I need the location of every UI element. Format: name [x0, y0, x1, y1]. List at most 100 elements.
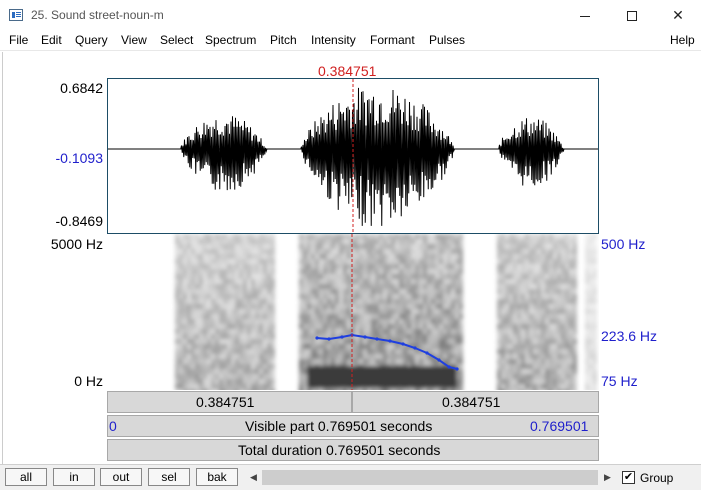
group-checkbox[interactable]: ✔: [622, 471, 635, 484]
spectrogram-cell: [319, 314, 323, 319]
close-button[interactable]: ✕: [655, 0, 701, 30]
spectrogram-cell: [509, 279, 513, 284]
zoom-back-button[interactable]: bak: [196, 468, 238, 486]
spectrogram-cell: [303, 289, 307, 294]
spectrogram-cell: [191, 349, 195, 354]
spectrogram-cell: [545, 244, 549, 249]
spectrogram-cell: [521, 294, 525, 299]
spectrogram-cell: [529, 339, 533, 344]
spectrogram-cell: [569, 264, 573, 269]
zoom-sel-button[interactable]: sel: [148, 468, 190, 486]
spectrogram-cell: [423, 304, 427, 309]
spectrogram-cell: [447, 264, 451, 269]
spectrogram-cell: [379, 269, 383, 274]
menu-select[interactable]: Select: [160, 33, 193, 47]
spectrogram-cell: [451, 299, 455, 304]
scroll-left-icon[interactable]: ◀: [246, 469, 261, 486]
horizontal-scrollbar[interactable]: ◀ ▶: [246, 469, 615, 486]
menu-spectrum[interactable]: Spectrum: [205, 33, 256, 47]
menu-pitch[interactable]: Pitch: [270, 33, 297, 47]
spectrogram-cell: [303, 234, 307, 239]
waveform-panel[interactable]: [107, 78, 599, 234]
menu-query[interactable]: Query: [75, 33, 108, 47]
menu-view[interactable]: View: [121, 33, 147, 47]
zoom-in-button[interactable]: in: [53, 468, 95, 486]
spectrogram-cell: [347, 314, 351, 319]
spectrogram-cell: [589, 294, 593, 299]
spectrogram-cell: [195, 334, 199, 339]
spectrogram-cell: [557, 254, 561, 259]
minimize-button[interactable]: [562, 0, 608, 30]
spectrogram-cell: [513, 284, 517, 289]
spectrogram-cell: [455, 309, 459, 314]
spectrogram-cell: [585, 294, 589, 299]
spectrogram-cell: [215, 234, 219, 239]
spectrogram-cell: [423, 289, 427, 294]
spectrogram-cell: [521, 374, 525, 379]
scroll-thumb[interactable]: [262, 470, 598, 485]
zoom-out-button[interactable]: out: [100, 468, 142, 486]
spectrogram-cell: [183, 349, 187, 354]
spectrogram-cell: [187, 279, 191, 284]
spectrogram-cell: [529, 329, 533, 334]
spectrogram-cell: [407, 339, 411, 344]
spectrogram-cell: [415, 239, 419, 244]
menu-help[interactable]: Help: [670, 33, 695, 47]
menu-file[interactable]: File: [9, 33, 28, 47]
spectrogram-cell: [235, 374, 239, 379]
spectrogram-cell: [553, 334, 557, 339]
menu-edit[interactable]: Edit: [41, 33, 62, 47]
spectrogram-cell: [347, 269, 351, 274]
spectrogram-cell: [561, 359, 565, 364]
waveform-min-label: -0.8469: [55, 213, 103, 229]
spectrogram-cell: [375, 254, 379, 259]
spectrogram-cell: [223, 319, 227, 324]
spectrogram-cell: [331, 294, 335, 299]
spectrogram-cell: [211, 299, 215, 304]
total-duration-bar[interactable]: Total duration 0.769501 seconds: [107, 439, 599, 461]
spectrogram-cell: [187, 344, 191, 349]
spectrogram-cell: [231, 279, 235, 284]
spectrogram-cell: [513, 234, 517, 239]
spectrogram-cell: [549, 269, 553, 274]
spectrogram-cell: [327, 389, 331, 390]
scroll-right-icon[interactable]: ▶: [600, 469, 615, 486]
selection-right-bar[interactable]: 0.384751: [352, 391, 599, 413]
maximize-button[interactable]: [609, 0, 655, 30]
zoom-all-button[interactable]: all: [5, 468, 47, 486]
spectrogram-cell: [195, 389, 199, 390]
spectrogram-cell: [179, 319, 183, 324]
spectrogram-cell: [537, 259, 541, 264]
spectrogram-cell: [367, 244, 371, 249]
spectrogram-cell: [231, 234, 235, 239]
spectrogram-cell: [439, 279, 443, 284]
spectrogram-cell: [235, 294, 239, 299]
spectrogram-cell: [231, 239, 235, 244]
menu-formant[interactable]: Formant: [370, 33, 415, 47]
selection-left-bar[interactable]: 0.384751: [107, 391, 352, 413]
spectrogram-cell: [227, 264, 231, 269]
menu-pulses[interactable]: Pulses: [429, 33, 465, 47]
spectrogram-cell: [383, 304, 387, 309]
spectrogram-cell: [509, 254, 513, 259]
spectrogram-cell: [561, 374, 565, 379]
visible-part-bar[interactable]: 0 Visible part 0.769501 seconds 0.769501: [107, 415, 599, 437]
spectrogram-cell: [415, 329, 419, 334]
spectrogram-cell: [259, 244, 263, 249]
spectrogram-cell: [367, 349, 371, 354]
spectrogram-cell: [315, 254, 319, 259]
spectrogram-cell: [231, 309, 235, 314]
spectrogram-cell: [439, 334, 443, 339]
spectrogram-cell: [565, 269, 569, 274]
spectrogram-cell: [395, 324, 399, 329]
spectrogram-cell: [199, 259, 203, 264]
menu-intensity[interactable]: Intensity: [311, 33, 356, 47]
spectrogram-cell: [227, 279, 231, 284]
spectrogram-cell: [549, 274, 553, 279]
spectrogram-cell: [215, 339, 219, 344]
spectrogram-cell: [227, 374, 231, 379]
spectrogram-cell: [455, 234, 459, 239]
spectrogram-cell: [203, 334, 207, 339]
spectrogram-panel[interactable]: [107, 234, 599, 390]
spectrogram-cell: [443, 299, 447, 304]
